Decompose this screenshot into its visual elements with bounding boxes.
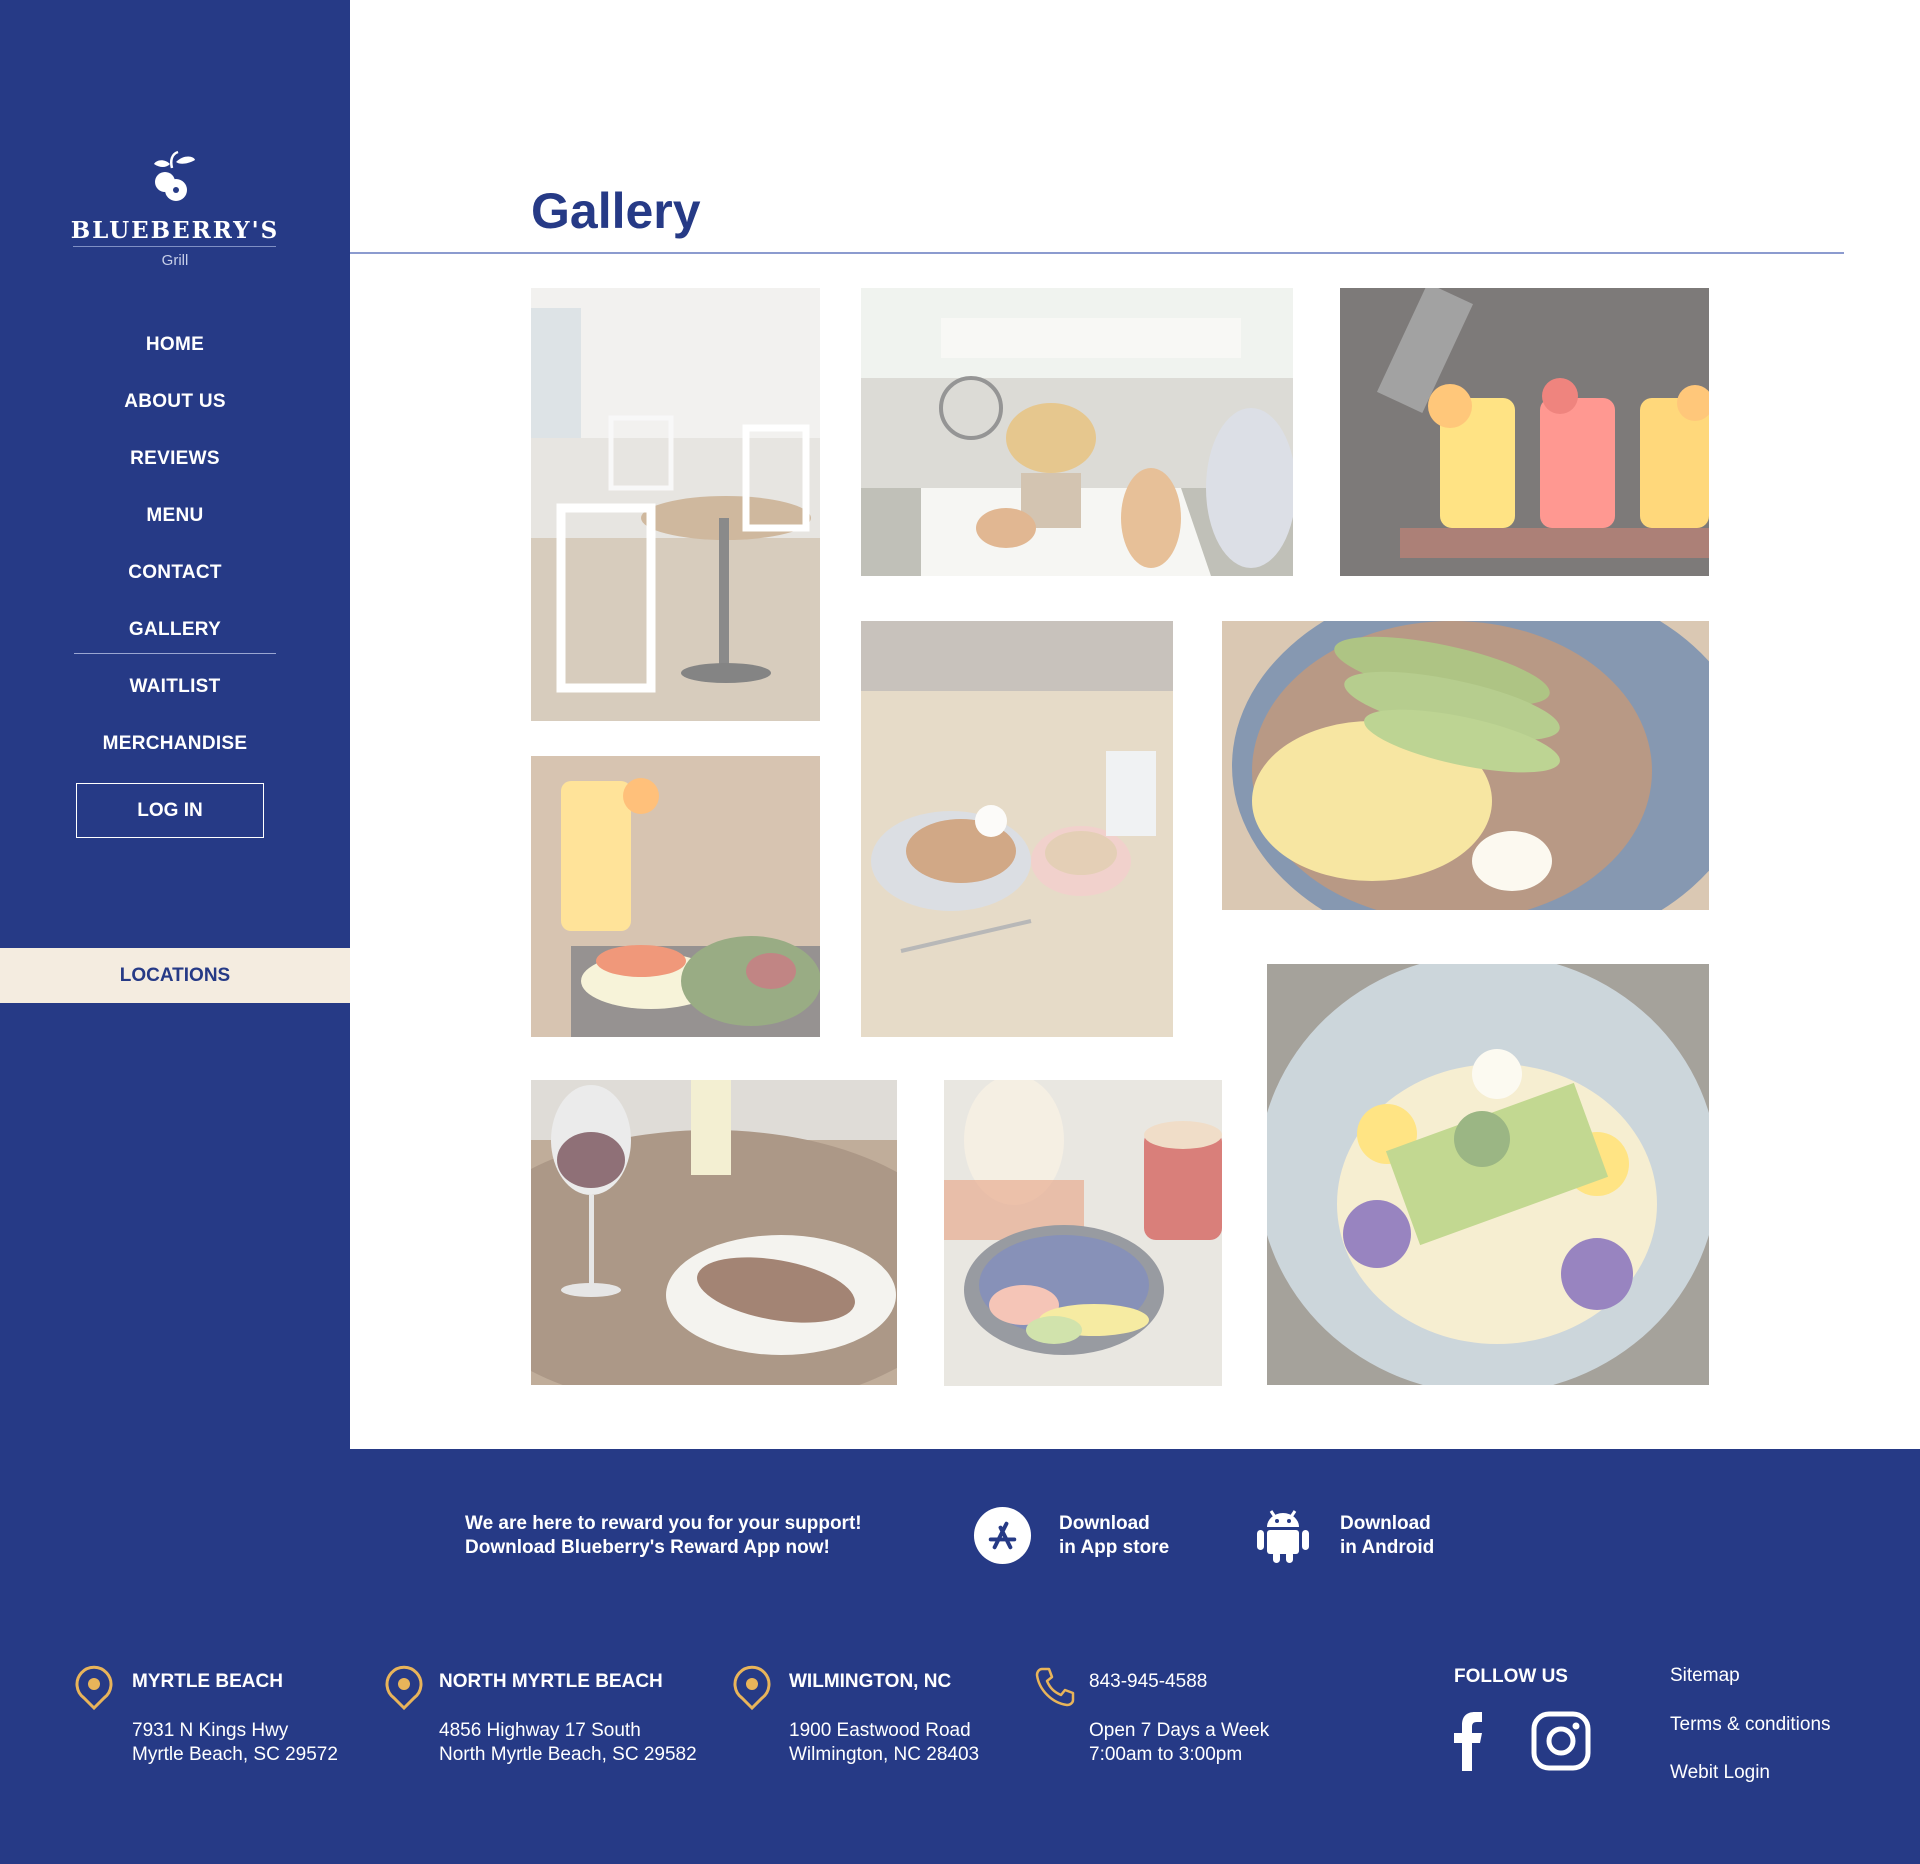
blueberry-logo-icon bbox=[154, 150, 195, 201]
site-footer: We are here to reward you for your suppo… bbox=[0, 1449, 1920, 1864]
sitemap-link[interactable]: Sitemap bbox=[1670, 1665, 1740, 1687]
nav-item-waitlist[interactable]: WAITLIST bbox=[0, 667, 350, 707]
page-title: Gallery bbox=[531, 183, 701, 239]
brand-logo[interactable]: BLUEBERRY'S Grill bbox=[0, 150, 350, 270]
nav-item-menu[interactable]: MENU bbox=[0, 496, 350, 536]
nav-item-about-us[interactable]: ABOUT US bbox=[0, 382, 350, 422]
login-button[interactable]: LOG IN bbox=[76, 783, 264, 838]
nav-item-merchandise[interactable]: MERCHANDISE bbox=[0, 724, 350, 764]
webit-login-link[interactable]: Webit Login bbox=[1670, 1762, 1770, 1784]
location-name-north-myrtle-beach[interactable]: NORTH MYRTLE BEACH bbox=[439, 1671, 663, 1693]
location-address-myrtle-beach: 7931 N Kings Hwy Myrtle Beach, SC 29572 bbox=[132, 1719, 338, 1767]
gallery-photo-french-toast-and-latte[interactable] bbox=[861, 621, 1173, 1037]
terms-link[interactable]: Terms & conditions bbox=[1670, 1714, 1831, 1736]
gallery-photo-drink-flight[interactable] bbox=[1340, 288, 1709, 576]
location-pin-icon bbox=[733, 1665, 771, 1710]
android-line-1: Download bbox=[1340, 1513, 1431, 1534]
nav-item-gallery[interactable]: GALLERY bbox=[0, 610, 350, 654]
address-line: 7931 N Kings Hwy bbox=[132, 1720, 289, 1741]
location-pin-icon bbox=[385, 1665, 423, 1710]
gallery-photo-smoothie-and-salmon-plate[interactable] bbox=[531, 756, 820, 1037]
opening-hours: Open 7 Days a Week 7:00am to 3:00pm bbox=[1089, 1719, 1269, 1767]
gallery-photo-fruit-bowl-and-latte[interactable] bbox=[944, 1080, 1222, 1386]
app-store-icon[interactable] bbox=[973, 1506, 1032, 1565]
location-address-wilmington: 1900 Eastwood Road Wilmington, NC 28403 bbox=[789, 1719, 979, 1767]
hours-line: Open 7 Days a Week bbox=[1089, 1720, 1270, 1741]
hours-line: 7:00am to 3:00pm bbox=[1089, 1744, 1243, 1765]
address-line: Myrtle Beach, SC 29572 bbox=[132, 1744, 338, 1765]
gallery-photo-patio-autumn-decor[interactable] bbox=[861, 288, 1293, 576]
reward-promo: We are here to reward you for your suppo… bbox=[465, 1512, 862, 1560]
locations-button[interactable]: LOCATIONS bbox=[0, 948, 350, 1003]
nav-item-home[interactable]: HOME bbox=[0, 325, 350, 365]
location-address-north-myrtle-beach: 4856 Highway 17 South North Myrtle Beach… bbox=[439, 1719, 697, 1767]
promo-line-1: We are here to reward you for your suppo… bbox=[465, 1513, 862, 1534]
location-pin-icon bbox=[75, 1665, 113, 1710]
phone-number[interactable]: 843-945-4588 bbox=[1089, 1671, 1207, 1693]
android-line-2: in Android bbox=[1340, 1537, 1435, 1558]
facebook-icon[interactable] bbox=[1450, 1711, 1486, 1771]
gallery-photo-wine-and-steak[interactable] bbox=[531, 1080, 897, 1385]
brand-name: BLUEBERRY'S bbox=[70, 217, 280, 244]
address-line: Wilmington, NC 28403 bbox=[789, 1744, 980, 1765]
follow-us-label: FOLLOW US bbox=[1454, 1666, 1568, 1687]
location-name-wilmington[interactable]: WILMINGTON, NC bbox=[789, 1671, 951, 1693]
sidebar: BLUEBERRY'S Grill HOME ABOUT US REVIEWS … bbox=[0, 0, 350, 1449]
nav-item-contact[interactable]: CONTACT bbox=[0, 553, 350, 593]
instagram-icon[interactable] bbox=[1531, 1711, 1591, 1771]
android-link[interactable]: Download in Android bbox=[1340, 1512, 1434, 1560]
gallery-photo-restaurant-interior[interactable] bbox=[531, 288, 820, 721]
app-store-line-1: Download bbox=[1059, 1513, 1150, 1534]
app-store-link[interactable]: Download in App store bbox=[1059, 1512, 1169, 1560]
title-divider bbox=[350, 252, 1844, 254]
promo-line-2: Download Blueberry's Reward App now! bbox=[465, 1537, 830, 1558]
android-icon[interactable] bbox=[1253, 1505, 1313, 1565]
location-name-myrtle-beach[interactable]: MYRTLE BEACH bbox=[132, 1671, 283, 1693]
nav-item-reviews[interactable]: REVIEWS bbox=[0, 439, 350, 479]
address-line: 1900 Eastwood Road bbox=[789, 1720, 971, 1741]
app-store-line-2: in App store bbox=[1059, 1537, 1170, 1558]
brand-divider bbox=[73, 246, 276, 247]
brand-subtitle: Grill bbox=[161, 252, 189, 269]
phone-icon bbox=[1035, 1667, 1075, 1707]
address-line: 4856 Highway 17 South bbox=[439, 1720, 641, 1741]
gallery-photo-hash-with-cucumber[interactable] bbox=[1267, 964, 1709, 1385]
address-line: North Myrtle Beach, SC 29582 bbox=[439, 1744, 697, 1765]
gallery-photo-avocado-benedict[interactable] bbox=[1222, 621, 1709, 910]
